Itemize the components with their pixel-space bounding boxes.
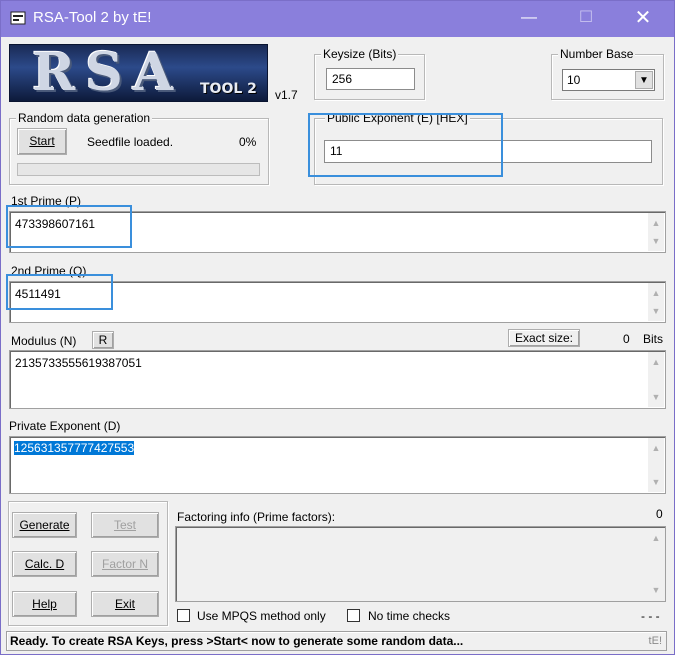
logo-main-text: RSA [32,44,184,102]
private-exponent-field[interactable]: 125631357777427553 ▲ ▼ [9,436,666,494]
exact-size-label: Exact size: [508,329,580,347]
status-bar: Ready. To create RSA Keys, press >Start<… [6,631,667,651]
factoring-info-label: Factoring info (Prime factors): [177,510,336,524]
help-button[interactable]: Help [12,591,77,617]
start-button-label: Start [29,134,55,148]
logo-sub-text: TOOL 2 [200,81,257,97]
maximize-button[interactable]: ☐ [563,1,609,37]
rsa-tool-app-icon [10,11,26,25]
factoring-info-area[interactable]: ▲ ▼ [175,526,666,602]
mpqs-checkbox[interactable] [177,609,190,622]
start-button[interactable]: Start [17,128,67,155]
private-exponent-value: 125631357777427553 [14,441,135,455]
status-message: Ready. To create RSA Keys, press >Start<… [10,634,464,648]
random-progress-bar [17,163,260,176]
generate-button-label: Generate [19,518,70,532]
calc-d-button-label: Calc. D [24,557,65,571]
calc-d-button[interactable]: Calc. D [12,551,77,577]
keysize-label: Keysize (Bits) [321,47,399,61]
status-credit: tE! [648,635,662,647]
factor-n-button-label: Factor N [101,557,148,571]
modulus-r-button[interactable]: R [92,331,114,349]
prime-p-value: 473398607161 [15,217,96,231]
scroll-down-icon[interactable]: ▼ [648,582,664,598]
seed-status: Seedfile loaded. [87,135,174,149]
prime-p-scrollbar[interactable]: ▲ ▼ [648,213,664,251]
scroll-down-icon[interactable]: ▼ [648,303,664,319]
private-exponent-label: Private Exponent (D) [9,419,121,433]
modulus-field[interactable]: 2135733555619387051 ▲ ▼ [9,350,666,409]
modulus-size-unit: Bits [643,332,664,346]
test-button-label: Test [113,518,136,532]
keysize-input[interactable]: 256 [326,68,415,90]
prime-q-label: 2nd Prime (Q) [11,264,87,278]
options-dashes: - - - [641,609,660,623]
private-exponent-selection: 125631357777427553 [14,441,135,455]
scroll-up-icon[interactable]: ▲ [648,530,664,546]
number-base-value: 10 [567,73,581,87]
factoring-scrollbar[interactable]: ▲ ▼ [648,528,664,600]
exit-button[interactable]: Exit [91,591,159,617]
factoring-count: 0 [656,507,663,521]
close-button[interactable]: ✕ [620,1,666,37]
no-time-checks-checkbox[interactable] [347,609,360,622]
mpqs-label: Use MPQS method only [197,609,326,623]
scroll-up-icon[interactable]: ▲ [648,440,664,456]
version-label: v1.7 [275,88,298,102]
scroll-down-icon[interactable]: ▼ [648,474,664,490]
minimize-button[interactable]: — [506,1,552,37]
prime-q-field[interactable]: 4511491 ▲ ▼ [9,281,666,323]
prime-p-field[interactable]: 473398607161 ▲ ▼ [9,211,666,253]
scroll-down-icon[interactable]: ▼ [648,233,664,249]
generate-button[interactable]: Generate [12,512,77,538]
private-exponent-scrollbar[interactable]: ▲ ▼ [648,438,664,492]
modulus-size-value: 0 [623,332,630,346]
scroll-down-icon[interactable]: ▼ [648,389,664,405]
prime-q-scrollbar[interactable]: ▲ ▼ [648,283,664,321]
modulus-scrollbar[interactable]: ▲ ▼ [648,352,664,407]
test-button[interactable]: Test [91,512,159,538]
number-base-label: Number Base [558,47,636,61]
modulus-label: Modulus (N) [11,334,77,348]
title-bar[interactable]: RSA-Tool 2 by tE! — ☐ ✕ [1,1,674,37]
prime-p-label: 1st Prime (P) [11,194,82,208]
modulus-value: 2135733555619387051 [15,356,142,370]
public-exponent-input[interactable]: 11 [324,140,652,163]
random-data-label: Random data generation [16,111,153,125]
prime-q-value: 4511491 [15,287,61,301]
rsa-tool-logo: RSA TOOL 2 [9,44,268,102]
rsa-tool-window: RSA-Tool 2 by tE! — ☐ ✕ RSA TOOL 2 v1.7 … [0,0,675,655]
help-button-label: Help [32,597,57,611]
random-percent: 0% [239,135,257,149]
factor-n-button[interactable]: Factor N [91,551,159,577]
scroll-up-icon[interactable]: ▲ [648,354,664,370]
number-base-select[interactable]: 10 ▼ [562,69,655,91]
scroll-up-icon[interactable]: ▲ [648,215,664,231]
scroll-up-icon[interactable]: ▲ [648,285,664,301]
public-exponent-label: Public Exponent (E) [HEX] [325,111,470,125]
exit-button-label: Exit [114,597,135,611]
chevron-down-icon[interactable]: ▼ [635,71,653,89]
no-time-checks-label: No time checks [368,609,451,623]
window-title: RSA-Tool 2 by tE! [33,9,152,26]
